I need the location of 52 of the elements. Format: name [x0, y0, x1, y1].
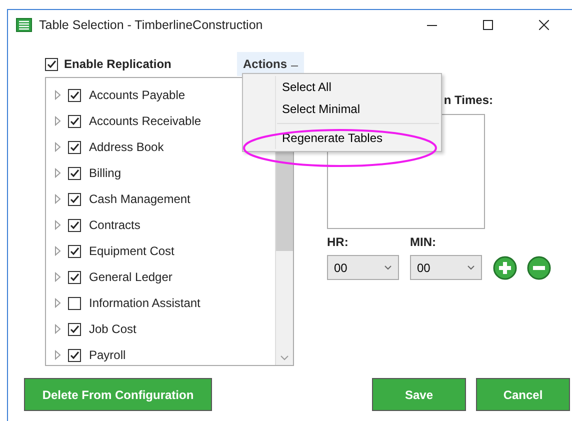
expand-arrow-icon[interactable]	[54, 246, 62, 256]
checkbox[interactable]	[68, 348, 81, 362]
expand-arrow-icon[interactable]	[54, 220, 62, 230]
checkbox[interactable]	[68, 218, 81, 232]
checkbox[interactable]	[68, 244, 81, 258]
remove-icon[interactable]	[527, 256, 551, 280]
close-icon	[539, 20, 549, 30]
minimize-icon	[427, 24, 437, 26]
checkbox-label: Enable Replication	[64, 57, 172, 71]
checkbox[interactable]	[68, 166, 81, 180]
module-label: Accounts Receivable	[89, 114, 202, 128]
module-label: Cash Management	[89, 192, 190, 206]
module-label: Equipment Cost	[89, 244, 174, 258]
checkbox[interactable]	[68, 88, 81, 102]
menu-item[interactable]: Regenerate Tables	[243, 127, 441, 149]
schedule-label: n Times:	[444, 93, 493, 107]
module-label: Payroll	[89, 348, 126, 362]
module-label: Information Assistant	[89, 296, 200, 310]
expand-arrow-icon[interactable]	[54, 194, 62, 204]
checkbox[interactable]	[68, 192, 81, 206]
hour-label: HR:	[327, 235, 350, 249]
expand-arrow-icon[interactable]	[54, 90, 62, 100]
expand-arrow-icon[interactable]	[54, 350, 62, 360]
minute-label: MIN:	[410, 235, 437, 249]
expand-arrow-icon[interactable]	[54, 324, 62, 334]
menu-item[interactable]: Select All	[243, 76, 441, 98]
expand-arrow-icon[interactable]	[54, 168, 62, 178]
expand-arrow-icon[interactable]	[54, 298, 62, 308]
checkbox[interactable]	[68, 322, 81, 336]
expand-arrow-icon[interactable]	[54, 116, 62, 126]
checkbox[interactable]	[68, 296, 81, 310]
maximize-icon	[483, 20, 493, 30]
checkbox[interactable]	[45, 58, 58, 70]
add-icon[interactable]	[493, 256, 517, 280]
checkbox[interactable]	[68, 140, 81, 154]
expand-arrow-icon[interactable]	[54, 142, 62, 152]
module-label: Job Cost	[89, 322, 136, 336]
checkbox[interactable]	[68, 114, 81, 128]
chevron-down-icon	[384, 264, 392, 270]
module-label: Billing	[89, 166, 122, 180]
expand-arrow-icon[interactable]	[54, 272, 62, 282]
module-label: Address Book	[89, 140, 164, 154]
menu-item[interactable]: Select Minimal	[243, 98, 441, 120]
chevron-down-icon	[467, 264, 475, 270]
module-label: Contracts	[89, 218, 140, 232]
module-label: General Ledger	[89, 270, 172, 284]
table-icon	[16, 18, 32, 32]
minute-dropdown[interactable]: 00	[410, 255, 482, 280]
module-label: Accounts Payable	[89, 88, 186, 102]
hour-dropdown[interactable]: 00	[327, 255, 399, 280]
window-title: Table Selection - TimberlineConstruction	[39, 18, 264, 32]
checkbox[interactable]	[68, 270, 81, 284]
